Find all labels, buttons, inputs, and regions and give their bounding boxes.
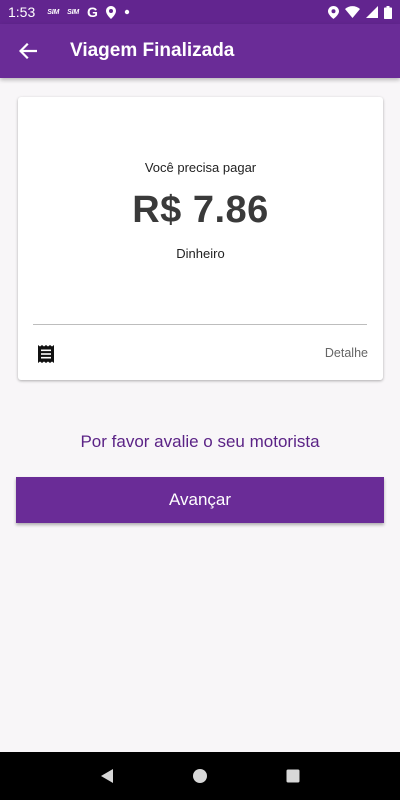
wifi-icon xyxy=(345,6,360,18)
back-triangle-icon xyxy=(100,769,113,783)
page-title: Viagem Finalizada xyxy=(70,40,235,61)
signal-icon xyxy=(366,6,378,18)
status-bar: 1:53 SIM SIM G xyxy=(0,0,400,24)
receipt-icon[interactable] xyxy=(36,344,56,364)
card-divider xyxy=(33,324,367,325)
nav-home-button[interactable] xyxy=(180,756,220,796)
advance-button[interactable]: Avançar xyxy=(16,477,384,523)
status-time: 1:53 xyxy=(8,4,36,20)
home-circle-icon xyxy=(192,769,207,783)
google-icon: G xyxy=(86,4,98,20)
arrow-left-icon xyxy=(19,43,37,59)
app-bar: Viagem Finalizada xyxy=(0,24,400,78)
back-button[interactable] xyxy=(0,24,56,78)
location-pin-icon xyxy=(105,5,116,19)
recents-square-icon xyxy=(286,769,300,783)
sim-badge-1: SIM xyxy=(47,8,60,16)
location-icon xyxy=(328,5,339,19)
payment-card: Você precisa pagar R$ 7.86 Dinheiro Deta… xyxy=(18,97,383,380)
payment-method: Dinheiro xyxy=(176,246,225,261)
nav-back-button[interactable] xyxy=(87,756,127,796)
sim-badge-2: SIM xyxy=(67,8,79,16)
detail-link[interactable]: Detalhe xyxy=(325,346,368,360)
nav-recents-button[interactable] xyxy=(273,756,313,796)
system-nav-bar xyxy=(0,752,400,800)
dot-icon xyxy=(124,9,130,15)
payment-amount: R$ 7.86 xyxy=(132,189,269,231)
payment-prompt: Você precisa pagar xyxy=(144,160,257,175)
rate-driver-prompt[interactable]: Por favor avalie o seu motorista xyxy=(0,432,400,452)
battery-icon xyxy=(384,5,392,19)
